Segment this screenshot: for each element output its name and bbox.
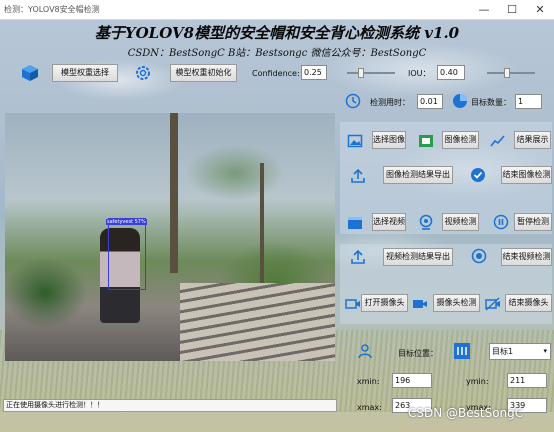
watermark: CSDN @BestSongC [408,406,524,420]
clock-icon [345,93,361,109]
pie-chart-icon [453,94,467,108]
detection-label: safetyvest 57% [106,219,147,225]
time-label: 检测用时： [370,98,410,107]
chevron-down-icon: ▾ [543,347,547,355]
target-select-value: 目标1 [492,347,514,356]
camera-icon [345,299,360,309]
video-file-icon [348,217,362,229]
video-camera-icon [413,300,427,308]
upload-icon [351,168,365,183]
model-init-button[interactable]: 模型权重初始化 [170,64,237,82]
close-button[interactable]: ✕ [526,0,554,20]
users-icon [358,344,372,359]
detection-display: safetyvest 57% [5,113,335,361]
camera-detect-button[interactable]: 摄像头检测 [433,294,480,312]
ymin-value: 211 [507,373,547,388]
status-bar: 正在使用摄像头进行检测！！！ [3,399,337,412]
page-title: 基于YOLOV8模型的安全帽和安全背心检测系统 v1.0 [94,24,460,42]
count-label: 目标数量： [471,98,511,107]
gear-icon[interactable] [135,65,151,81]
detection-box [108,218,146,290]
xmin-label: xmin: [357,377,380,386]
confidence-slider[interactable] [347,68,395,78]
minimize-button[interactable]: — [470,0,498,20]
image-icon [347,134,363,148]
window-title: 检测：YOLOV8安全帽检测 [4,5,100,14]
open-camera-button[interactable]: 打开摄像头 [361,294,408,312]
upload-video-icon [351,249,365,264]
show-result-button[interactable]: 结果展示 [514,131,551,149]
xmin-value: 196 [392,373,432,388]
list-icon [454,343,470,359]
end-video-detect-button[interactable]: 结束视频检测 [501,248,552,266]
pause-icon [493,214,509,230]
confidence-label: Confidence: [252,69,300,78]
stop-circle-icon [471,248,487,264]
ymin-label: ymin: [466,377,489,386]
chart-line-icon [490,135,505,147]
count-value: 1 [515,94,542,109]
confidence-slider-handle[interactable] [357,68,364,78]
select-image-button[interactable]: 选择图像 [372,131,406,149]
iou-slider[interactable] [487,68,535,78]
time-value: 0.01 [417,94,443,109]
export-video-result-button[interactable]: 视频检测结果导出 [383,248,453,266]
check-circle-icon [471,168,485,182]
page-subtitle: CSDN：BestSongC B站：Bestsongc 微信公众号：BestSo… [127,48,427,59]
target-select[interactable]: 目标1 ▾ [489,343,551,360]
iou-slider-handle[interactable] [503,68,510,78]
select-video-button[interactable]: 选择视频 [372,213,406,231]
export-image-result-button[interactable]: 图像检测结果导出 [383,166,453,184]
end-image-detect-button[interactable]: 结束图像检测 [501,166,552,184]
close-camera-button[interactable]: 结束摄像头 [505,294,552,312]
detect-image-button[interactable]: 图像检测 [442,131,479,149]
maximize-button[interactable]: ☐ [498,0,526,20]
confidence-input[interactable]: 0.25 [301,65,327,80]
iou-input[interactable]: 0.40 [437,65,465,80]
title-bar: 检测：YOLOV8安全帽检测 — ☐ ✕ [0,0,554,20]
xmax-label: xmax: [357,403,382,412]
camera-lens-icon [419,214,433,230]
target-position-label: 目标位置： [398,349,438,358]
model-select-button[interactable]: 模型权重选择 [52,64,118,82]
camera-off-icon [485,297,500,311]
pause-detect-button[interactable]: 暂停检测 [514,213,552,231]
iou-label: IOU： [408,69,431,78]
detect-video-button[interactable]: 视频检测 [442,213,479,231]
cube-icon [22,65,38,81]
image-detect-icon [419,135,433,147]
